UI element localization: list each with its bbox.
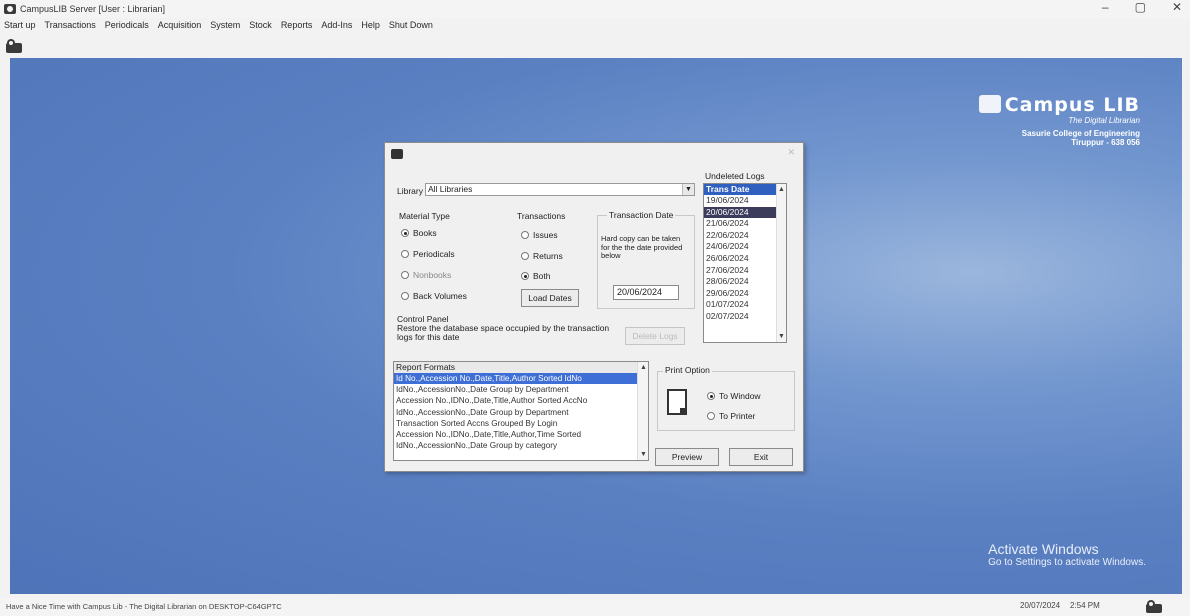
menu-shut-down[interactable]: Shut Down xyxy=(389,20,433,34)
chevron-up-icon[interactable]: ▲ xyxy=(778,186,785,193)
campuslib-toolbar-icon[interactable] xyxy=(6,39,22,53)
list-item[interactable]: 24/06/2024 xyxy=(704,241,786,253)
list-item[interactable]: 02/07/2024 xyxy=(704,311,786,323)
transaction-date-field[interactable]: 20/06/2024 xyxy=(613,285,679,300)
status-date: 20/07/2024 xyxy=(1020,601,1061,610)
close-icon[interactable]: ✕ xyxy=(1172,0,1182,14)
preview-button[interactable]: Preview xyxy=(655,448,719,466)
logs-scrollbar[interactable]: ▲ ▼ xyxy=(776,184,786,342)
status-bar: Have a Nice Time with Campus Lib - The D… xyxy=(0,598,1190,616)
list-item[interactable]: 26/06/2024 xyxy=(704,253,786,265)
print-option-label: Print Option xyxy=(663,365,712,375)
list-item[interactable]: Transaction Sorted Accns Grouped By Logi… xyxy=(394,418,648,429)
list-item[interactable]: IdNo.,AccessionNo.,Date Group by Departm… xyxy=(394,407,648,418)
list-item[interactable]: 22/06/2024 xyxy=(704,230,786,242)
title-bar: CampusLIB Server [User : Librarian] – ▢ … xyxy=(0,0,1190,18)
report-formats-list[interactable]: Report Formats Id No.,Accession No.,Date… xyxy=(393,361,649,461)
menu-add-ins[interactable]: Add-Ins xyxy=(321,20,352,34)
radio-to-window[interactable]: To Window xyxy=(707,391,761,401)
list-item[interactable]: 28/06/2024 xyxy=(704,276,786,288)
campuslib-status-icon xyxy=(1146,600,1162,613)
maximize-icon[interactable]: ▢ xyxy=(1135,0,1146,14)
library-select[interactable]: All Libraries ▼ xyxy=(425,183,695,196)
status-message: Have a Nice Time with Campus Lib - The D… xyxy=(6,602,282,611)
radio-books[interactable]: Books xyxy=(401,228,437,238)
menu-reports[interactable]: Reports xyxy=(281,20,313,34)
transaction-report-dialog: ✕ Library All Libraries ▼ Material Type … xyxy=(384,142,804,472)
list-item[interactable]: 01/07/2024 xyxy=(704,299,786,311)
transactions-label: Transactions xyxy=(517,211,566,221)
menu-start-up[interactable]: Start up xyxy=(4,20,36,34)
status-time: 2:54 PM xyxy=(1070,601,1100,610)
window-controls: – ▢ ✕ xyxy=(1102,0,1182,14)
list-item[interactable]: 29/06/2024 xyxy=(704,288,786,300)
toolbar xyxy=(0,36,1190,58)
menu-periodicals[interactable]: Periodicals xyxy=(105,20,149,34)
app-icon xyxy=(4,4,16,14)
list-item[interactable]: 19/06/2024 xyxy=(704,195,786,207)
chevron-down-icon[interactable]: ▼ xyxy=(682,184,694,195)
material-type-label: Material Type xyxy=(399,211,450,221)
list-item[interactable]: IdNo.,AccessionNo.,Date Group by Departm… xyxy=(394,384,648,395)
report-formats-label: Report Formats xyxy=(394,362,648,373)
load-dates-button[interactable]: Load Dates xyxy=(521,289,579,307)
college-city: Tiruppur - 638 056 xyxy=(1071,138,1140,147)
menu-acquisition[interactable]: Acquisition xyxy=(158,20,202,34)
list-item[interactable]: IdNo.,AccessionNo.,Date Group by categor… xyxy=(394,440,648,451)
menu-help[interactable]: Help xyxy=(361,20,380,34)
print-document-icon xyxy=(667,389,687,415)
list-item[interactable]: 27/06/2024 xyxy=(704,265,786,277)
transaction-date-label: Transaction Date xyxy=(607,210,676,220)
list-item[interactable]: Accession No.,IDNo.,Date,Title,Author,Ti… xyxy=(394,429,648,440)
dialog-close-icon[interactable]: ✕ xyxy=(787,147,795,158)
radio-to-printer[interactable]: To Printer xyxy=(707,411,755,421)
radio-back-volumes[interactable]: Back Volumes xyxy=(401,291,467,301)
window-title: CampusLIB Server [User : Librarian] xyxy=(20,4,166,14)
list-item[interactable]: 21/06/2024 xyxy=(704,218,786,230)
dialog-icon xyxy=(391,149,403,159)
radio-nonbooks[interactable]: Nonbooks xyxy=(401,270,451,280)
radio-returns[interactable]: Returns xyxy=(521,251,563,261)
radio-periodicals[interactable]: Periodicals xyxy=(401,249,455,259)
menu-stock[interactable]: Stock xyxy=(249,20,272,34)
list-item[interactable]: Accession No.,IDNo.,Date,Title,Author So… xyxy=(394,395,648,406)
library-label: Library xyxy=(397,186,423,196)
logs-header: Trans Date xyxy=(704,184,786,195)
menu-transactions[interactable]: Transactions xyxy=(45,20,96,34)
reports-scrollbar[interactable]: ▲ ▼ xyxy=(637,362,648,460)
activate-windows-watermark: Activate Windows Go to Settings to activ… xyxy=(988,541,1146,568)
control-panel-text: Restore the database space occupied by t… xyxy=(397,323,610,342)
delete-logs-button[interactable]: Delete Logs xyxy=(625,327,685,345)
chevron-up-icon[interactable]: ▲ xyxy=(640,364,647,371)
radio-both[interactable]: Both xyxy=(521,271,551,281)
radio-issues[interactable]: Issues xyxy=(521,230,558,240)
brand-tagline: The Digital Librarian xyxy=(1068,116,1140,125)
brand-block: Campus LIB The Digital Librarian Sasurie… xyxy=(978,94,1140,147)
brand-logo: Campus LIB xyxy=(978,94,1140,116)
college-name: Sasurie College of Engineering xyxy=(1021,129,1140,138)
menu-system[interactable]: System xyxy=(210,20,240,34)
undeleted-logs-label: Undeleted Logs xyxy=(705,171,765,181)
campuslib-logo-icon xyxy=(978,95,1001,113)
list-item[interactable]: Id No.,Accession No.,Date,Title,Author S… xyxy=(394,373,648,385)
chevron-down-icon[interactable]: ▼ xyxy=(778,333,785,340)
chevron-down-icon[interactable]: ▼ xyxy=(640,451,647,458)
minimize-icon[interactable]: – xyxy=(1102,0,1109,14)
menu-bar: Start up Transactions Periodicals Acquis… xyxy=(0,20,433,34)
list-item[interactable]: 20/06/2024 xyxy=(704,206,786,219)
transaction-date-note: Hard copy can be taken for the the date … xyxy=(601,234,683,260)
exit-button[interactable]: Exit xyxy=(729,448,793,466)
undeleted-logs-list[interactable]: Trans Date 19/06/2024 20/06/2024 21/06/2… xyxy=(703,183,787,343)
